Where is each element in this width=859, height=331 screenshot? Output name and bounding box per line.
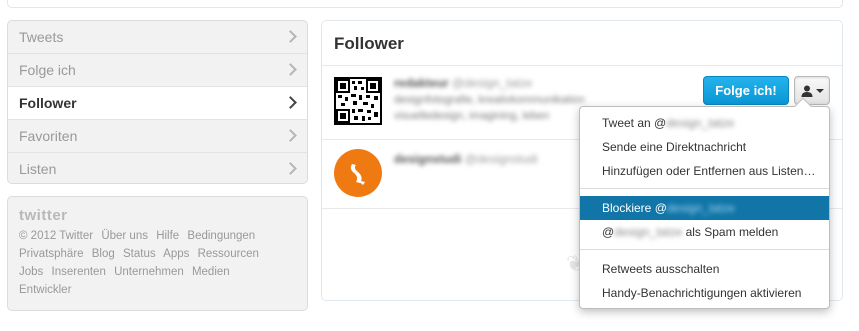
nav-item-label: Follower <box>19 95 77 111</box>
redacted-handle: design_tatze <box>666 116 735 130</box>
nav-item-lists[interactable]: Listen <box>8 153 307 183</box>
menu-item-tweet-to[interactable]: Tweet an @design_tatze <box>580 111 829 135</box>
chevron-right-icon <box>284 162 297 175</box>
footer-link[interactable]: Ressourcen <box>198 248 259 260</box>
chevron-right-icon <box>284 129 297 142</box>
chevron-right-icon <box>284 30 297 43</box>
page-title: Follower <box>334 34 404 53</box>
footer-links: © 2012 Twitter Über uns Hilfe Bedingunge… <box>19 227 296 299</box>
footer-link[interactable]: Blog <box>92 248 115 260</box>
footer-link[interactable]: Unternehmen <box>114 266 184 278</box>
footer-link[interactable]: Bedingungen <box>187 230 255 242</box>
nav-item-label: Tweets <box>19 29 64 45</box>
footer-link[interactable]: Hilfe <box>156 230 179 242</box>
nav-item-followers[interactable]: Follower <box>8 87 307 120</box>
menu-item-direct-message[interactable]: Sende eine Direktnachricht <box>580 135 829 159</box>
menu-item-retweets-off[interactable]: Retweets ausschalten <box>580 257 829 281</box>
footer-link[interactable]: Status <box>123 248 156 260</box>
redacted-handle: design_tatze <box>614 225 683 239</box>
menu-item-report-spam[interactable]: @design_tatze als Spam melden <box>580 220 829 244</box>
avatar[interactable] <box>334 149 382 197</box>
nav-item-tweets[interactable]: Tweets <box>8 21 307 54</box>
footer-link[interactable]: Inserenten <box>52 266 106 278</box>
user-bio-redacted: designfotografie, kreativkommunikation <box>394 94 585 106</box>
footer-link[interactable]: Apps <box>163 248 189 260</box>
menu-divider <box>580 249 829 250</box>
footer-link[interactable]: Medien <box>192 266 230 278</box>
nav-item-label: Favoriten <box>19 128 78 144</box>
menu-item-block[interactable]: Blockiere @design_tatze <box>580 196 829 220</box>
chevron-right-icon <box>284 96 297 109</box>
squiggle-logo-icon <box>350 164 365 185</box>
caret-down-icon <box>815 88 824 93</box>
site-footer: twitter © 2012 Twitter Über uns Hilfe Be… <box>7 196 308 311</box>
chevron-right-icon <box>284 63 297 76</box>
menu-item-lists[interactable]: Hinzufügen oder Entfernen aus Listen… <box>580 159 829 183</box>
profile-nav: Tweets Folge ich Follower Favoriten List… <box>7 20 308 184</box>
redacted-handle: design_tatze <box>666 201 735 215</box>
footer-copyright: © 2012 Twitter <box>19 230 94 242</box>
twitter-logo: twitter <box>19 207 68 224</box>
footer-link[interactable]: Über uns <box>101 230 148 242</box>
user-name-redacted[interactable]: designstudi @designstudi <box>394 152 538 166</box>
qr-code-icon <box>336 79 380 123</box>
menu-divider <box>580 188 829 189</box>
nav-item-following[interactable]: Folge ich <box>8 54 307 87</box>
footer-link[interactable]: Entwickler <box>19 284 71 296</box>
avatar[interactable] <box>334 77 382 125</box>
user-bio-redacted: visuelledesign, imagining, leben <box>394 110 550 122</box>
top-panel-edge <box>7 0 843 8</box>
user-name-redacted[interactable]: redakteur @design_tatze <box>394 76 532 90</box>
panel-header: Follower <box>322 21 842 66</box>
person-icon <box>801 85 812 97</box>
footer-link[interactable]: Jobs <box>19 266 43 278</box>
user-actions-menu: Tweet an @design_tatze Sende eine Direkt… <box>579 97 830 309</box>
footer-link[interactable]: Privatsphäre <box>19 248 84 260</box>
menu-item-mobile-notifications[interactable]: Handy-Benachrichtigungen aktivieren <box>580 281 829 305</box>
nav-item-label: Folge ich <box>19 62 76 78</box>
nav-item-label: Listen <box>19 161 57 177</box>
follow-button[interactable]: Folge ich! <box>703 76 789 105</box>
nav-item-favorites[interactable]: Favoriten <box>8 120 307 153</box>
